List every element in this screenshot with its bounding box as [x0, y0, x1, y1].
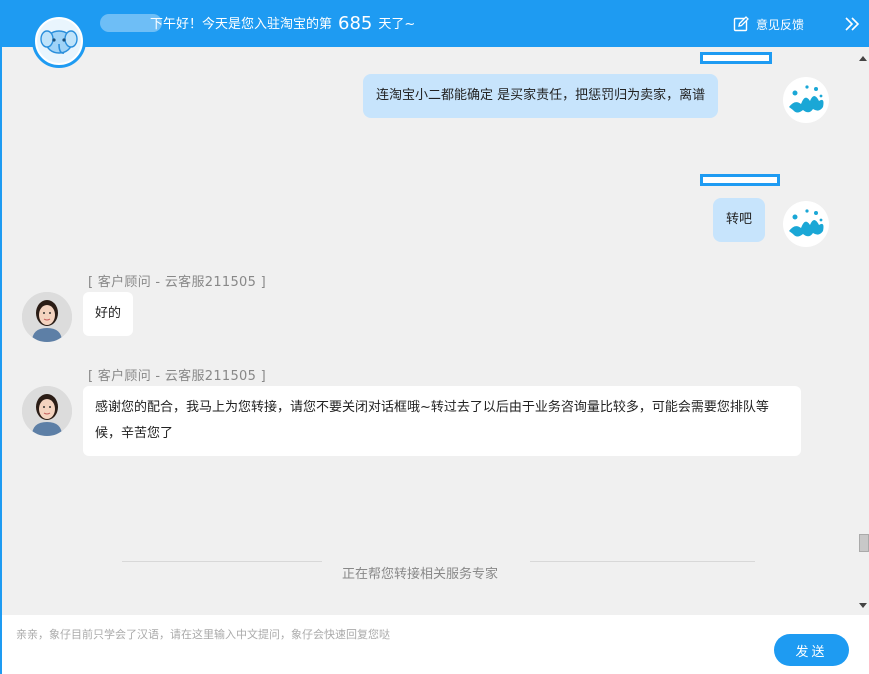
redacted-sender-name: [700, 52, 772, 64]
feedback-label: 意见反馈: [756, 17, 805, 32]
collapse-panel-button[interactable]: [842, 13, 862, 35]
transfer-status: 正在帮您转接相关服务专家: [342, 567, 499, 582]
agent-portrait-icon: [22, 386, 72, 436]
agent-avatar: [22, 292, 72, 342]
double-chevron-right-icon: [845, 17, 860, 31]
greeting-suffix: 天了~: [378, 17, 416, 32]
chat-message-area[interactable]: 连淘宝小二都能确定 是买家责任，把惩罚归为卖家，离谱 转吧 [ 客户顾问 - 云…: [2, 47, 857, 615]
scroll-down-arrow-icon[interactable]: [859, 603, 867, 608]
agent-label: [ 客户顾问 - 云客服211505 ]: [88, 369, 266, 384]
agent-portrait-icon: [22, 292, 72, 342]
send-button[interactable]: 发送: [774, 634, 849, 666]
elephant-mascot-icon: [40, 30, 78, 54]
edit-icon: [733, 16, 749, 32]
message-bubble-agent: 好的: [83, 292, 134, 336]
agent-label: [ 客户顾问 - 云客服211505 ]: [88, 275, 266, 290]
greeting-text: 下午好！今天是您入驻淘宝的第 685 天了~: [150, 12, 415, 37]
user-avatar: [783, 77, 829, 123]
greeting-prefix: 下午好！今天是您入驻淘宝的第: [150, 17, 333, 32]
redacted-sender-name: [700, 174, 780, 186]
chat-scrollbar[interactable]: [857, 47, 869, 615]
message-bubble-user: 转吧: [713, 198, 766, 242]
message-bubble-agent: 感谢您的配合，我马上为您转接，请您不要关闭对话框哦~转过去了以后由于业务咨询量比…: [83, 386, 801, 456]
message-bubble-user: 连淘宝小二都能确定 是买家责任，把惩罚归为卖家，离谱: [363, 74, 719, 118]
feedback-button[interactable]: 意见反馈: [733, 12, 804, 36]
message-input[interactable]: [16, 623, 756, 645]
agent-avatar: [22, 386, 72, 436]
scroll-up-arrow-icon[interactable]: [859, 56, 867, 61]
scroll-thumb[interactable]: [859, 534, 869, 552]
days-count: 685: [338, 13, 373, 34]
user-avatar: [783, 201, 829, 247]
splash-avatar-icon: [789, 85, 824, 113]
divider-line: [530, 561, 755, 562]
divider-line: [122, 561, 322, 562]
splash-avatar-icon: [789, 209, 824, 237]
chat-window: 下午好！今天是您入驻淘宝的第 685 天了~ 意见反馈 连淘宝小二都能确定 是买…: [0, 0, 869, 674]
elephant-avatar: [32, 14, 86, 68]
input-panel: 发送: [2, 615, 869, 674]
header-bar: 下午好！今天是您入驻淘宝的第 685 天了~ 意见反馈: [0, 0, 869, 47]
